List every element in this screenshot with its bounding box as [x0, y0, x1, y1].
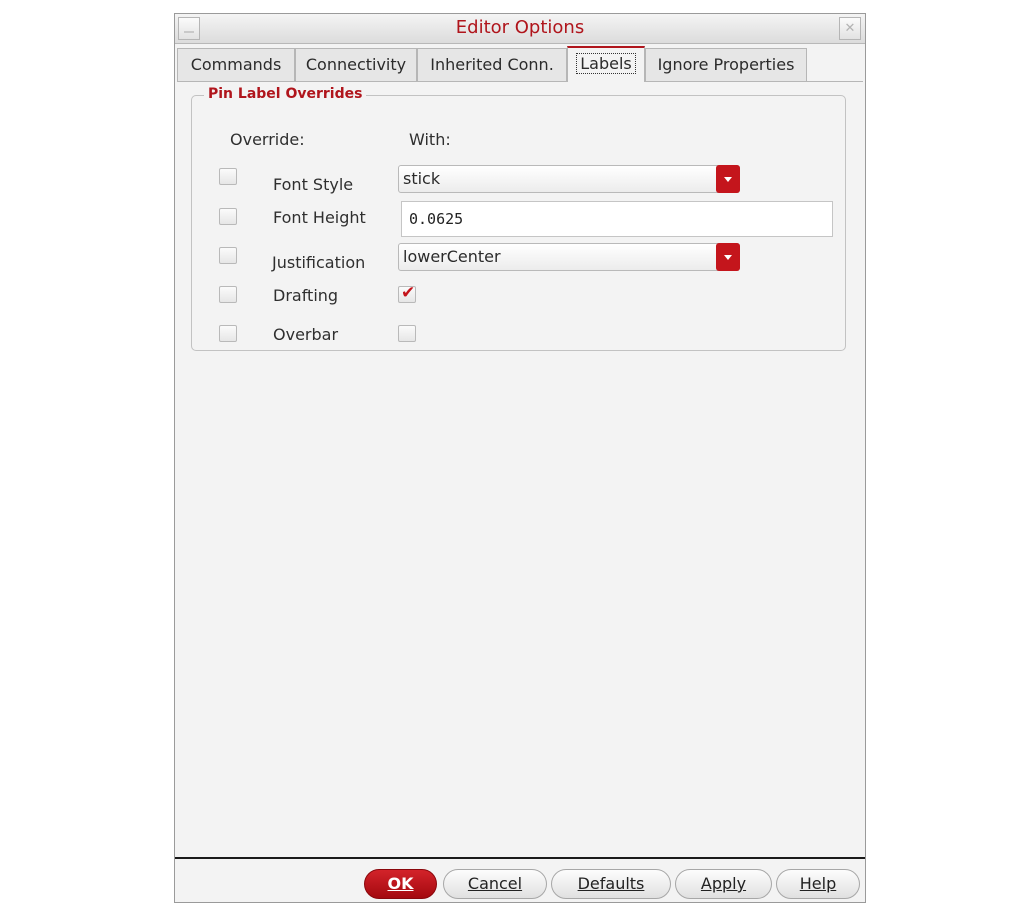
ok-button[interactable]: OK — [364, 869, 437, 899]
justification-value: lowerCenter — [403, 247, 501, 266]
pin-label-overrides-group: Pin Label Overrides Override: With: Font… — [191, 86, 846, 351]
close-icon: ✕ — [844, 21, 856, 36]
defaults-label: Defaults — [577, 874, 645, 893]
tab-ignore-properties[interactable]: Ignore Properties — [645, 48, 807, 81]
defaults-button[interactable]: Defaults — [551, 869, 671, 899]
override-justification-checkbox[interactable] — [219, 247, 237, 264]
tab-commands[interactable]: Commands — [177, 48, 295, 81]
check-icon: ✔ — [401, 283, 416, 303]
drafting-checkbox[interactable]: ✔ — [398, 283, 416, 303]
overbar-label: Overbar — [273, 325, 339, 344]
tab-label: Ignore Properties — [657, 55, 795, 74]
cancel-label: Cancel — [467, 874, 523, 893]
tab-label: Commands — [190, 55, 282, 74]
drafting-label: Drafting — [273, 286, 339, 305]
font-height-input[interactable]: 0.0625 — [401, 201, 833, 237]
tab-label: Inherited Conn. — [430, 55, 554, 74]
font-height-label: Font Height — [273, 208, 366, 227]
with-header: With: — [409, 130, 451, 149]
font-style-label: Font Style — [273, 175, 354, 194]
close-button[interactable]: ✕ — [839, 17, 861, 40]
cancel-button[interactable]: Cancel — [443, 869, 547, 899]
editor-options-window: Editor Options ✕ Commands Connectivity I… — [174, 13, 866, 903]
font-style-select[interactable]: stick — [398, 165, 740, 193]
font-height-value: 0.0625 — [409, 210, 464, 228]
ok-label: OK — [387, 874, 414, 893]
chevron-down-icon[interactable] — [716, 243, 740, 271]
chevron-down-icon[interactable] — [716, 165, 740, 193]
override-font-style-checkbox[interactable] — [219, 168, 237, 185]
labels-panel: Pin Label Overrides Override: With: Font… — [177, 81, 863, 855]
tab-connectivity[interactable]: Connectivity — [295, 48, 417, 81]
tab-labels[interactable]: Labels — [567, 46, 645, 82]
override-drafting-checkbox[interactable] — [219, 286, 237, 303]
tab-inherited-conn[interactable]: Inherited Conn. — [417, 48, 567, 81]
justification-select[interactable]: lowerCenter — [398, 243, 740, 271]
apply-label: Apply — [700, 874, 747, 893]
override-overbar-checkbox[interactable] — [219, 325, 237, 342]
justification-label: Justification — [272, 253, 366, 272]
title-bar[interactable]: Editor Options ✕ — [175, 14, 865, 44]
overbar-checkbox[interactable] — [398, 325, 416, 342]
tab-label: Labels — [576, 53, 636, 74]
dialog-button-bar: OK Cancel Defaults Apply Help — [175, 857, 865, 902]
window-title: Editor Options — [455, 17, 585, 38]
override-font-height-checkbox[interactable] — [219, 208, 237, 225]
override-header: Override: — [230, 130, 305, 149]
group-title: Pin Label Overrides — [204, 86, 367, 102]
font-style-value: stick — [403, 169, 441, 188]
apply-button[interactable]: Apply — [675, 869, 772, 899]
tab-label: Connectivity — [305, 55, 407, 74]
help-button[interactable]: Help — [776, 869, 860, 899]
help-label: Help — [799, 874, 837, 893]
